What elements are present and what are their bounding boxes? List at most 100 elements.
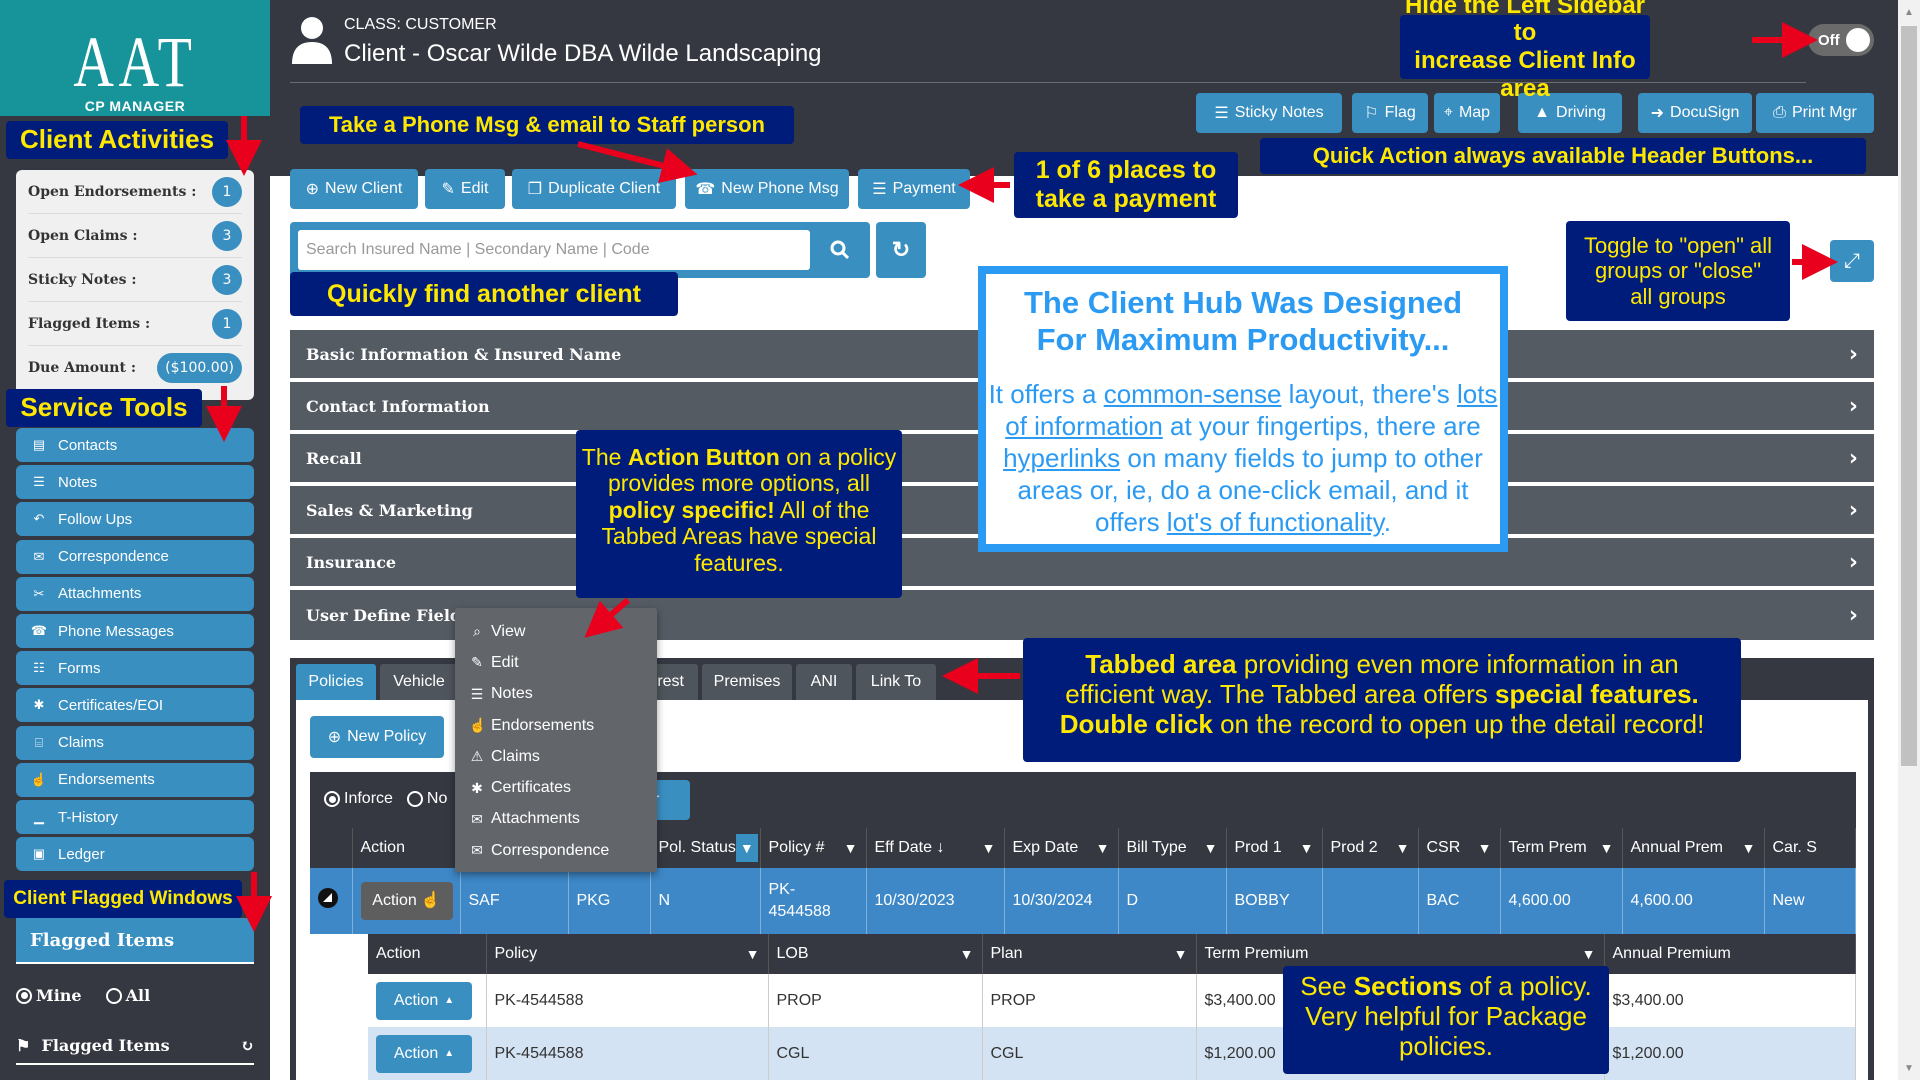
sidebar-item-label: Correspondence [58,548,169,566]
activity-open-claims[interactable]: Open Claims : 3 [28,214,242,258]
radio-not-inforce[interactable]: No [406,790,447,808]
col-header-exp-date[interactable]: Exp Date ▼ [1004,828,1119,868]
activity-label: Due Amount : [28,360,136,376]
activity-sticky-notes[interactable]: Sticky Notes : 3 [28,258,242,302]
sidebar-item-contacts[interactable]: ▤ Contacts [16,428,254,462]
new-client-button[interactable]: ⊕ New Client [290,169,418,209]
activity-count-badge[interactable]: 1 [212,176,242,207]
scrollbar-thumb[interactable] [1901,26,1917,766]
button-label: Print Mgr [1791,104,1857,121]
activity-open-endorsements[interactable]: Open Endorsements : 1 [28,170,242,214]
tab-link-to[interactable]: Link To [856,664,936,700]
menu-item-notes[interactable]: ☰ Notes [455,679,657,710]
col-header-csr[interactable]: CSR ▼ [1418,828,1501,868]
logo[interactable]: AAT CP MANAGER [0,0,270,116]
scroll-down-icon[interactable]: ▼ [1898,1058,1920,1078]
col-header-eff-date[interactable]: Eff Date ↓ ▼ [866,828,1005,868]
menu-item-certificates[interactable]: ✱ Certificates [455,772,657,803]
tab-ani[interactable]: ANI [796,664,852,700]
col-header-carrier-status[interactable]: Car. S [1764,828,1856,868]
client-search-input[interactable] [298,230,810,270]
col-header-lob[interactable]: LOB ▼ [768,934,983,974]
table-row[interactable]: Action ▲ PK-4544588 PROP PROP $3,400.00 $… [368,974,1856,1027]
file-icon: ☰ [872,181,887,198]
activity-count-badge[interactable]: 1 [212,308,242,339]
section-action-button[interactable]: Action ▲ [376,1034,472,1073]
col-header-plan[interactable]: Plan ▼ [982,934,1197,974]
activity-count-badge[interactable]: 3 [212,220,242,251]
sidebar-item-phone-messages[interactable]: ☎ Phone Messages [16,614,254,648]
payment-button[interactable]: ☰ Payment [858,169,970,209]
row-expand-toggle[interactable] [310,868,353,934]
col-header-policy[interactable]: Policy ▼ [486,934,769,974]
activity-due-amount[interactable]: Due Amount : ($100.00) [28,346,242,390]
radio-all[interactable]: All [105,986,150,1005]
sidebar-item-forms[interactable]: ☷ Forms [16,651,254,686]
menu-item-claims[interactable]: ⚠ Claims [455,741,657,772]
sticky-notes-button[interactable]: ☰ Sticky Notes [1196,93,1342,133]
page-scrollbar[interactable]: ▲ ▼ [1898,0,1920,1080]
sidebar-item-follow-ups[interactable]: ↶ Follow Ups [16,502,254,537]
menu-item-endorsements[interactable]: ☝ Endorsements [455,710,657,741]
col-header-annual-prem[interactable]: Annual Prem ▼ [1622,828,1765,868]
col-header-policy-number[interactable]: Policy # ▼ [760,828,867,868]
menu-item-view[interactable]: ⌕ View [455,616,657,647]
action-button[interactable]: Action ☝ [360,882,453,920]
button-label: Driving [1556,104,1606,121]
annotation-service-tools: Service Tools [6,389,202,427]
due-amount-badge[interactable]: ($100.00) [157,353,242,383]
sidebar-item-notes[interactable]: ☰ Notes [16,465,254,500]
refresh-icon[interactable]: ↻ [241,1036,254,1055]
col-header-term-prem[interactable]: Term Prem ▼ [1500,828,1623,868]
activity-count-badge[interactable]: 3 [212,264,242,295]
col-header-annual-premium[interactable]: Annual Premium [1604,934,1856,974]
sidebar-item-claims[interactable]: ⌸ Claims [16,725,254,760]
sidebar-item-attachments[interactable]: ✂ Attachments [16,576,254,611]
sidebar-item-ledger[interactable]: ▣ Ledger [16,837,254,872]
edit-button[interactable]: ✎ Edit [425,169,505,209]
new-phone-msg-button[interactable]: ☎ New Phone Msg [685,169,849,209]
cell-policy-number[interactable]: PK- 4544588 [760,868,867,934]
col-header-bill-type[interactable]: Bill Type ▼ [1118,828,1227,868]
paperclip-icon: ✂ [33,585,45,601]
menu-item-label: Edit [491,653,519,671]
sidebar-item-t-history[interactable]: ▁ T-History [16,800,254,834]
radio-selected-icon [324,791,340,807]
tab-premises[interactable]: Premises [702,664,792,700]
sidebar-item-endorsements[interactable]: ☝ Endorsements [16,762,254,797]
print-manager-button[interactable]: ⎙ Print Mgr [1756,93,1874,133]
tab-vehicle[interactable]: Vehicle [380,664,458,700]
activity-flagged-items[interactable]: Flagged Items : 1 [28,302,242,346]
annotation-client-flagged-windows: Client Flagged Windows [4,880,242,918]
expand-all-groups-button[interactable]: ⤢ [1830,240,1874,282]
duplicate-client-button[interactable]: ❐ Duplicate Client [512,169,676,209]
filter-icon: ▼ [745,946,760,962]
menu-item-correspondence[interactable]: ✉ Correspondence [455,835,657,866]
col-header-prod2[interactable]: Prod 2 ▼ [1322,828,1419,868]
search-button[interactable] [810,222,870,278]
menu-item-edit[interactable]: ✎ Edit [455,647,657,678]
toggle-label: Off [1818,31,1840,49]
table-row[interactable]: Action ▲ PK-4544588 CGL CGL $1,200.00 $1,… [368,1027,1856,1080]
cell-policy: PK-4544588 [486,1027,769,1080]
section-action-button[interactable]: Action ▲ [376,981,472,1020]
cell-plan: PROP [982,974,1197,1027]
radio-mine[interactable]: Mine [16,986,82,1005]
phone-icon: ☎ [695,181,716,198]
thumbs-up-icon: ☝ [469,717,487,734]
table-row[interactable]: Action ☝ SAF PKG N PK- 4544588 10/30/2023… [310,868,1856,934]
col-header-pol-status[interactable]: Pol. Status ▼ [650,828,761,868]
refresh-button[interactable]: ↻ [876,222,926,278]
scroll-up-icon[interactable]: ▲ [1898,2,1920,22]
flagged-items-header[interactable]: Flagged Items [16,918,254,964]
docusign-button[interactable]: ➜ DocuSign [1638,93,1752,133]
sidebar-item-correspondence[interactable]: ✉ Correspondence [16,539,254,574]
radio-inforce[interactable]: Inforce [324,790,393,808]
col-header-prod1[interactable]: Prod 1 ▼ [1226,828,1323,868]
caret-up-icon: ▲ [444,995,455,1006]
new-policy-button[interactable]: ⊕ New Policy [310,716,444,758]
sidebar-item-certificates-eoi[interactable]: ✱ Certificates/EOI [16,688,254,723]
tab-policies[interactable]: Policies [296,664,376,700]
menu-item-attachments[interactable]: ✉ Attachments [455,804,657,835]
hide-sidebar-toggle[interactable]: Off [1808,24,1874,56]
